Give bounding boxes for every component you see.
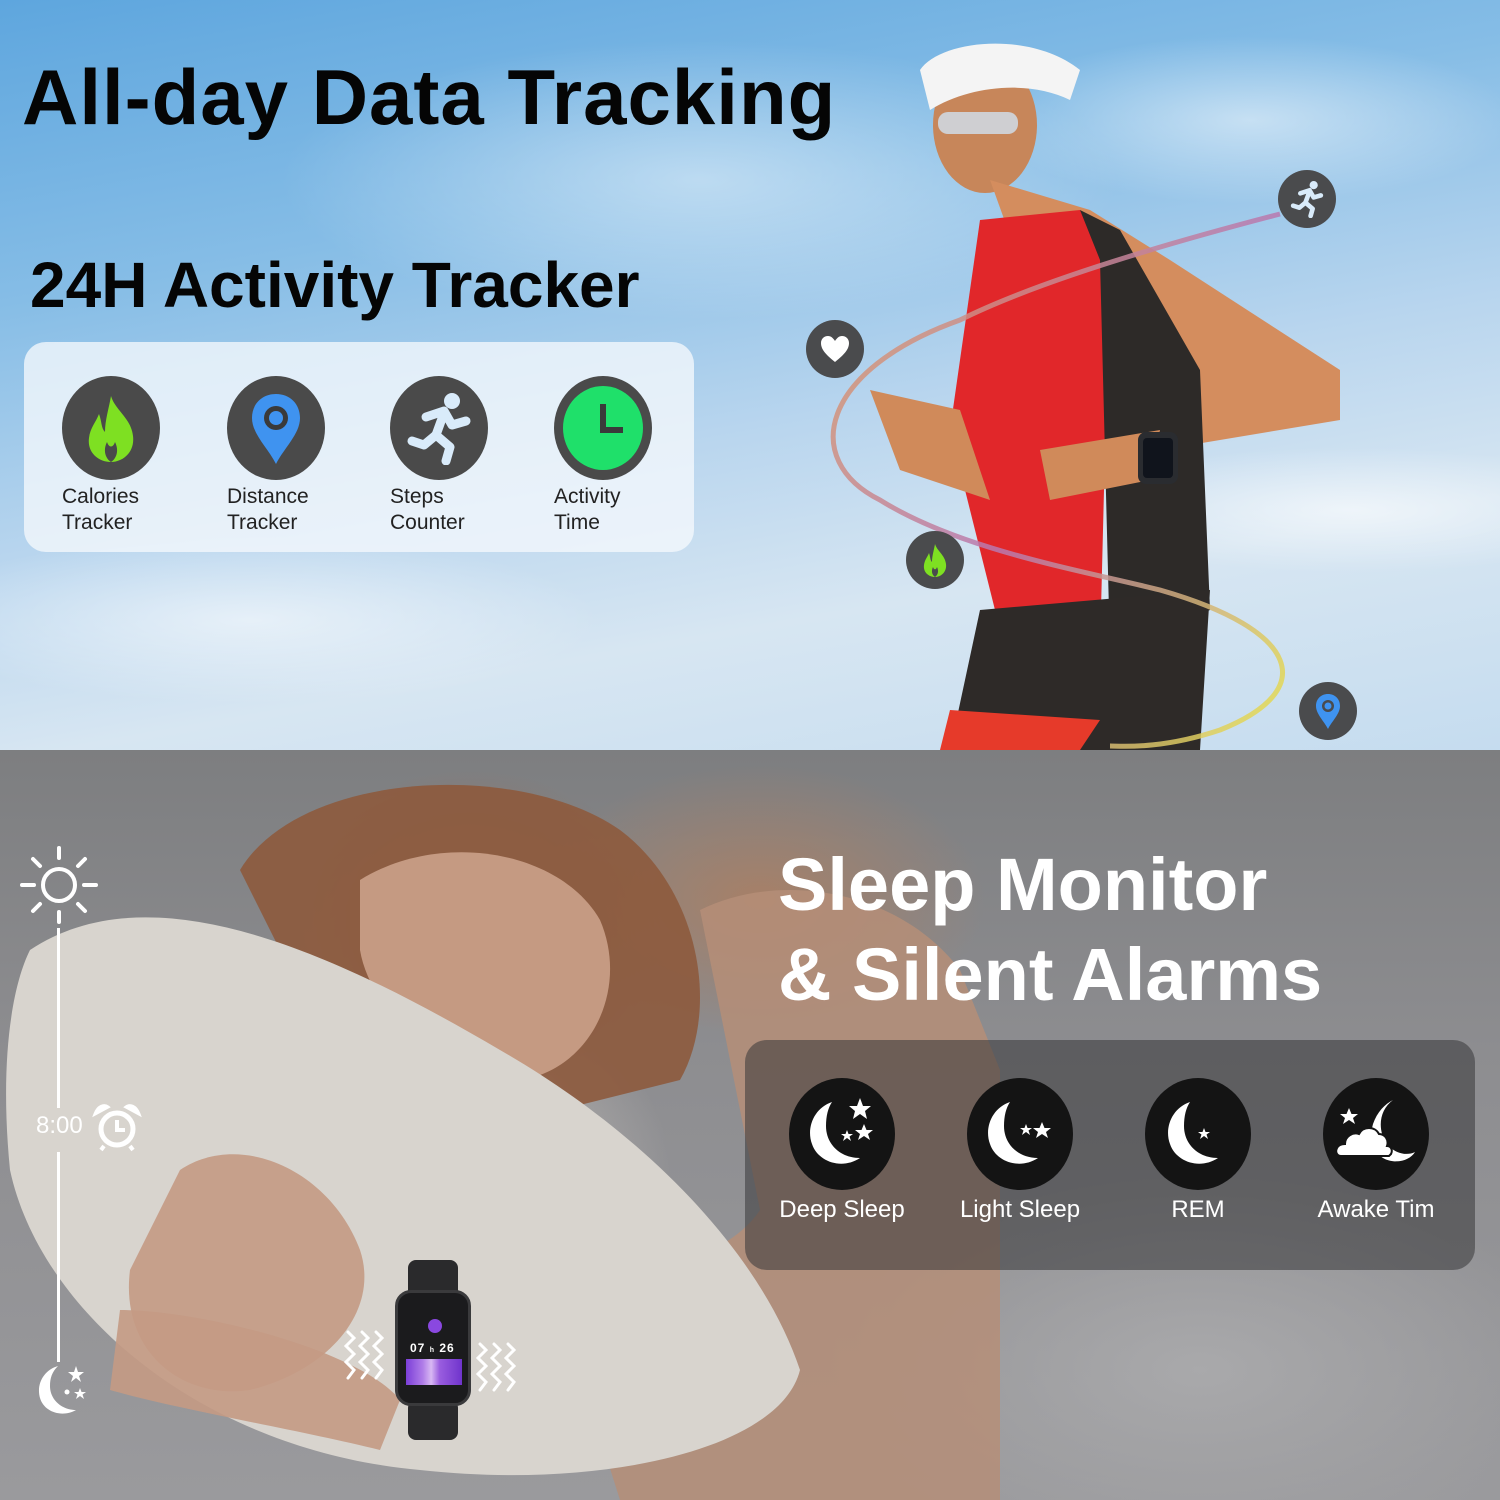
smartwatch: 07 h 26 (395, 1290, 471, 1406)
feature-light-sleep: Light Sleep (935, 1078, 1105, 1224)
alarm-clock-icon (92, 1102, 142, 1157)
feature-label: Calories Tracker (62, 484, 192, 536)
feature-calories-tracker: Calories Tracker (62, 376, 202, 536)
moon-one-star-icon (1145, 1078, 1251, 1190)
location-pin-icon (227, 376, 325, 480)
running-person-icon (1278, 170, 1336, 228)
watch-strap-bottom (408, 1400, 458, 1440)
feature-activity-time: Activity Time (554, 376, 694, 536)
timeline-line-upper (57, 928, 60, 1108)
feature-label-line: Counter (390, 511, 465, 534)
feature-label: Steps Counter (390, 484, 520, 536)
activity-features-card: Calories Tracker Distance Tracker Steps … (24, 342, 694, 552)
moon-two-stars-icon (967, 1078, 1073, 1190)
feature-label: Light Sleep (959, 1196, 1081, 1223)
feature-rem: REM (1113, 1078, 1283, 1224)
feature-label-line: Distance (227, 485, 309, 508)
feature-label-line: Tracker (62, 511, 133, 534)
subheadline-24h-activity: 24H Activity Tracker (30, 249, 640, 321)
feature-distance-tracker: Distance Tracker (227, 376, 367, 536)
vibration-zigzag-icon (342, 1328, 388, 1387)
flame-icon (62, 376, 160, 480)
moon-cloud-icon (1323, 1078, 1429, 1190)
clock-icon (554, 376, 652, 480)
headline-line-2: & Silent Alarms (778, 933, 1323, 1016)
headline-all-day-tracking: All-day Data Tracking (22, 53, 837, 141)
feature-label: Awake Tim (1317, 1196, 1435, 1223)
feature-label-line: Calories (62, 485, 140, 508)
moon-three-stars-icon (789, 1078, 895, 1190)
sun-icon (20, 846, 98, 929)
feature-label: Deep Sleep (779, 1196, 905, 1223)
feature-steps-counter: Steps Counter (390, 376, 530, 536)
flame-icon (906, 531, 964, 589)
feature-deep-sleep: Deep Sleep (757, 1078, 927, 1224)
running-person-icon (390, 376, 488, 480)
watch-hours: 07 (410, 1341, 426, 1355)
feature-label-line: Tracker (227, 511, 298, 534)
runner-photo (830, 43, 1340, 750)
timeline-line-lower (57, 1152, 60, 1362)
feature-label-line: Activity (554, 485, 621, 508)
watch-sleep-duration: 07 h 26 (410, 1341, 455, 1355)
feature-label: REM (1171, 1196, 1225, 1223)
vibration-zigzag-icon (474, 1340, 520, 1399)
sleep-features-card: Deep Sleep Light Sleep REM Awake Tim (745, 1040, 1475, 1270)
feature-label: Distance Tracker (227, 484, 357, 536)
feature-awake-time: Awake Tim (1291, 1078, 1461, 1224)
feature-label: Activity Time (554, 484, 684, 536)
sleep-monitor-panel: 8:00 07 h 26 Sleep Monitor & Silent Alar… (0, 750, 1500, 1500)
sleep-stage-bar (406, 1359, 462, 1385)
heart-icon (806, 320, 864, 378)
moon-stars-icon (34, 1362, 90, 1423)
headline-sleep-monitor: Sleep Monitor & Silent Alarms (778, 840, 1322, 1020)
activity-tracking-panel: All-day Data Tracking 24H Activity Track… (0, 0, 1500, 750)
alarm-time: 8:00 (36, 1112, 83, 1139)
location-pin-icon (1299, 682, 1357, 740)
headline-line-1: Sleep Monitor (778, 843, 1268, 926)
feature-label-line: Time (554, 511, 600, 534)
feature-label-line: Steps (390, 485, 444, 508)
watch-minutes: 26 (439, 1341, 455, 1355)
moon-icon (428, 1319, 442, 1333)
